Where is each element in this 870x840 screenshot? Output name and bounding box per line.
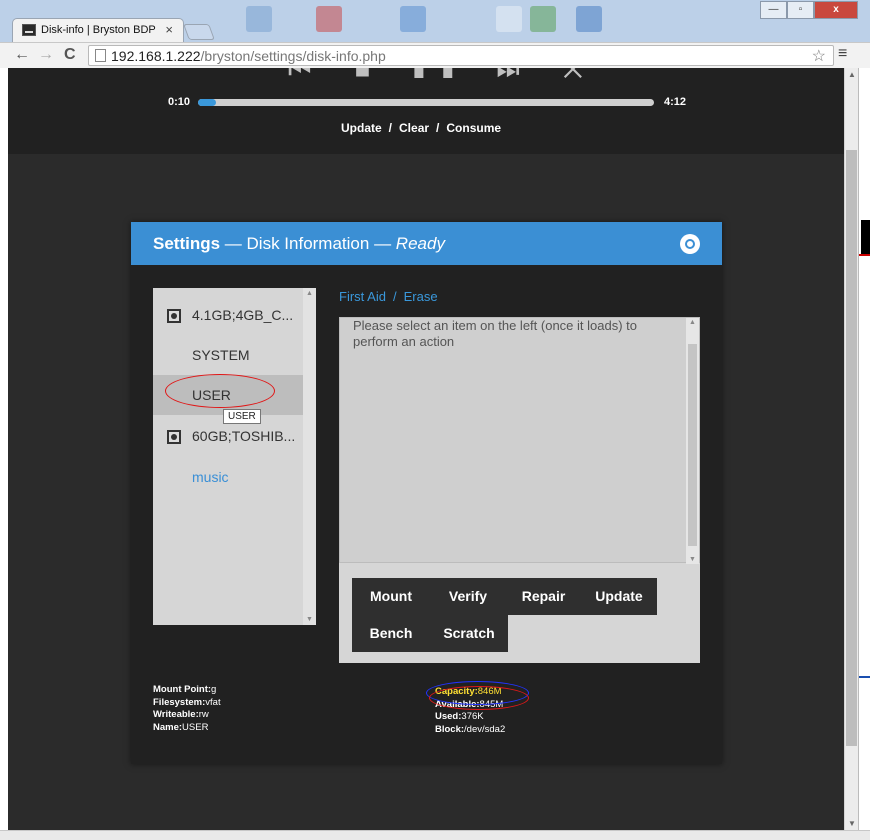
scroll-down-icon[interactable]: ▼ <box>848 819 856 828</box>
queue-actions: Update / Clear / Consume <box>341 121 501 135</box>
update-button[interactable]: Update <box>581 578 657 615</box>
bench-button[interactable]: Bench <box>352 615 430 652</box>
mount-point-row: Mount Point:g <box>153 684 217 695</box>
annotation-circle-red <box>165 374 275 408</box>
output-scrollbar[interactable]: ▲ ▼ <box>686 318 699 564</box>
scratch-button[interactable]: Scratch <box>430 615 508 652</box>
taskbar-strip <box>0 830 870 840</box>
first-aid-link[interactable]: First Aid <box>339 289 386 304</box>
disk-icon <box>167 309 181 323</box>
disk-info: Mount Point:g Filesystem:vfat Writeable:… <box>153 684 221 735</box>
scroll-thumb[interactable] <box>846 150 857 746</box>
scroll-up-icon[interactable]: ▲ <box>689 319 696 326</box>
background-window-edge <box>858 68 870 830</box>
disk-label: 60GB;TOSHIB... <box>192 428 296 444</box>
disk-icon <box>167 430 181 444</box>
page-icon <box>95 49 106 62</box>
new-tab-button[interactable] <box>183 24 215 40</box>
verify-button[interactable]: Verify <box>430 578 506 615</box>
output-textarea[interactable]: Please select an item on the left (once … <box>339 317 700 564</box>
disk-item-4gb[interactable]: 4.1GB;4GB_C... <box>153 295 303 335</box>
update-link[interactable]: Update <box>341 121 382 135</box>
used-row: Used:376K <box>435 711 484 723</box>
separator: / <box>436 121 440 135</box>
page-scrollbar[interactable]: ▲ ▼ <box>844 68 858 830</box>
progress-bar[interactable] <box>198 99 654 106</box>
title-dash: — <box>220 234 247 253</box>
time-total: 4:12 <box>664 96 687 108</box>
disk-label: 4.1GB;4GB_C... <box>192 307 294 323</box>
forward-button[interactable]: → <box>38 46 54 64</box>
annotation-circle-red <box>429 686 529 710</box>
consume-link[interactable]: Consume <box>446 121 501 135</box>
disk-item-music[interactable]: music <box>153 457 303 497</box>
clear-link[interactable]: Clear <box>399 121 429 135</box>
url-host: 192.168.1.222 <box>111 48 201 64</box>
separator: / <box>388 121 393 135</box>
scroll-up-icon[interactable]: ▲ <box>848 70 856 79</box>
separator: / <box>392 289 397 304</box>
reload-button[interactable]: C <box>64 46 76 64</box>
address-bar[interactable]: 192.168.1.222/bryston/settings/disk-info… <box>88 45 834 66</box>
tooltip: USER <box>223 409 261 424</box>
url-path: /bryston/settings/disk-info.php <box>200 48 386 64</box>
minimize-button[interactable]: — <box>760 1 787 19</box>
action-links: First Aid / Erase <box>339 289 438 304</box>
filesystem-row: Filesystem:vfat <box>153 696 221 708</box>
page-viewport: ⏮ ■ ❚❚ ⏭ ✕ 0:10 4:12 Update / Clear / Consum… <box>8 68 844 830</box>
settings-modal: Settings — Disk Information — Ready 4.1G… <box>131 222 722 764</box>
browser-toolbar: ← → C 192.168.1.222/bryston/settings/dis… <box>0 42 870 68</box>
scroll-down-icon[interactable]: ▼ <box>689 556 696 563</box>
title-dash: — <box>369 234 396 253</box>
partition-label: SYSTEM <box>192 347 250 363</box>
erase-link[interactable]: Erase <box>404 289 438 304</box>
block-row: Block:/dev/sda2 <box>435 724 506 736</box>
disk-item-system[interactable]: SYSTEM <box>153 335 303 375</box>
title-main: Settings <box>153 234 221 253</box>
repair-button[interactable]: Repair <box>506 578 581 615</box>
time-elapsed: 0:10 <box>168 96 191 108</box>
scroll-up-icon[interactable]: ▲ <box>306 290 313 297</box>
scroll-down-icon[interactable]: ▼ <box>306 616 313 623</box>
modal-title: Settings — Disk Information — Ready <box>153 234 445 254</box>
modal-close-icon[interactable] <box>680 234 700 254</box>
progress-fill <box>198 99 216 106</box>
maximize-button[interactable]: ▫ <box>787 1 814 19</box>
transport-controls[interactable]: ⏮ ■ ❚❚ ⏭ ✕ <box>288 68 601 86</box>
bookmark-star-icon[interactable]: ☆ <box>812 46 826 66</box>
browser-tab[interactable]: Disk-info | Bryston BDP × <box>12 18 184 42</box>
title-section: Disk Information <box>246 234 370 253</box>
favicon-icon <box>22 24 36 36</box>
disk-list-scrollbar[interactable]: ▲ ▼ <box>303 288 316 625</box>
partition-label: music <box>192 469 229 485</box>
title-status: Ready <box>395 234 445 253</box>
action-buttons: Mount Verify Repair Update Bench Scratch <box>352 578 657 652</box>
modal-header: Settings — Disk Information — Ready <box>131 222 722 265</box>
output-message: Please select an item on the left (once … <box>353 318 637 349</box>
player-bar: ⏮ ■ ❚❚ ⏭ ✕ 0:10 4:12 Update / Clear / Consum… <box>8 68 844 154</box>
output-panel: Please select an item on the left (once … <box>339 317 700 663</box>
back-button[interactable]: ← <box>14 46 30 64</box>
url-text: 192.168.1.222/bryston/settings/disk-info… <box>111 48 386 64</box>
window-close-button[interactable]: x <box>814 1 858 19</box>
browser-chrome: Disk-info | Bryston BDP × — ▫ x ← → C 19… <box>0 0 870 68</box>
mount-button[interactable]: Mount <box>352 578 430 615</box>
scroll-thumb[interactable] <box>688 344 697 546</box>
browser-menu-icon[interactable]: ≡ <box>838 45 847 63</box>
tab-title: Disk-info | Bryston BDP <box>41 24 156 36</box>
disk-list[interactable]: 4.1GB;4GB_C... SYSTEM USER 60GB;TOSHIB..… <box>153 288 316 625</box>
tab-close-icon[interactable]: × <box>165 22 173 37</box>
window-controls: — ▫ x <box>760 1 858 19</box>
name-row: Name:USER <box>153 722 209 734</box>
writeable-row: Writeable:rw <box>153 709 209 721</box>
